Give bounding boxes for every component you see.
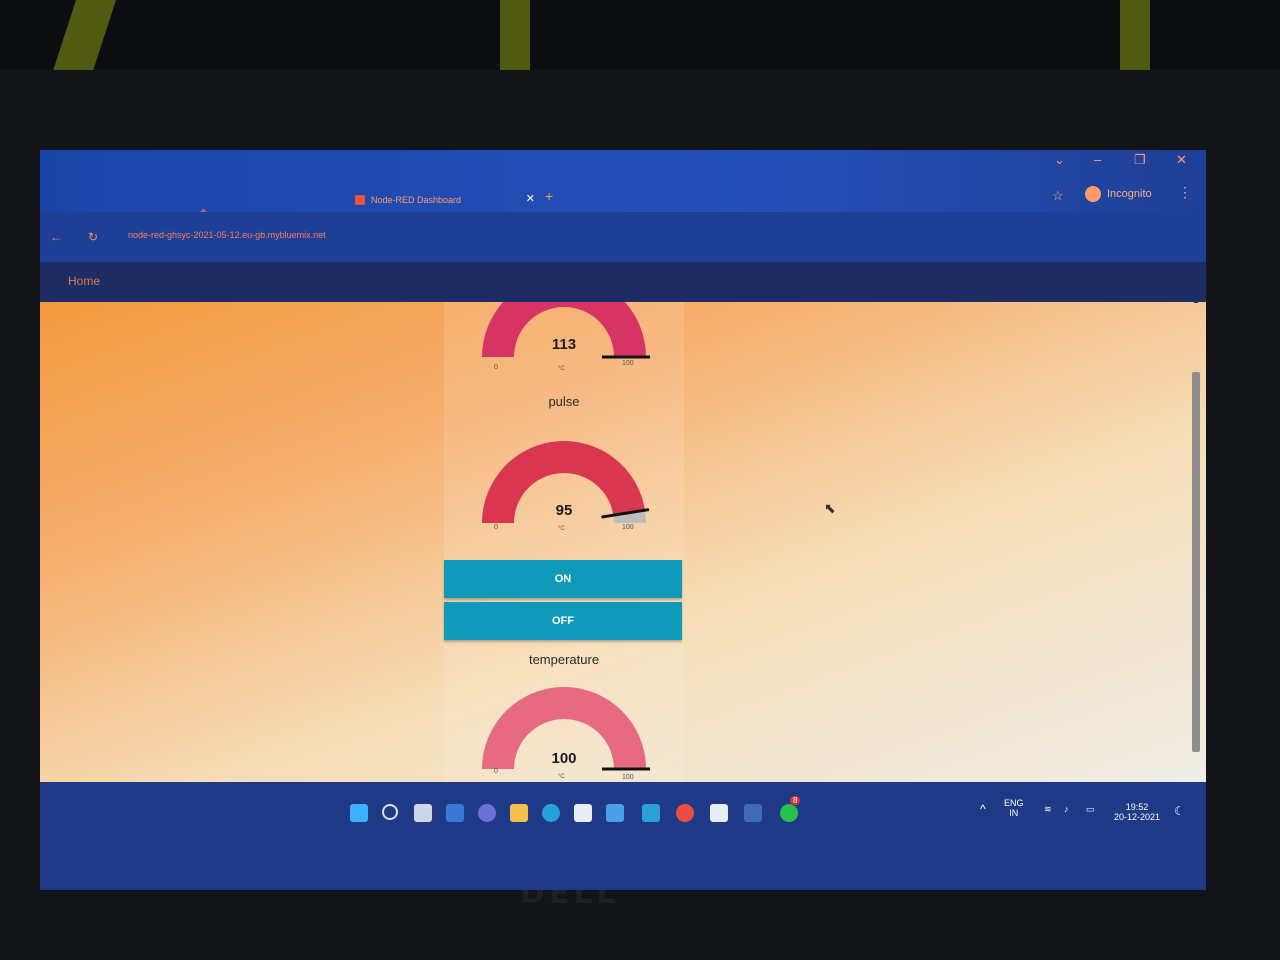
back-arrow-icon[interactable]: ← [50, 230, 62, 244]
incognito-label: Incognito [1107, 188, 1152, 200]
incognito-icon [1085, 186, 1101, 202]
pulse-label: pulse [548, 394, 580, 409]
url-field[interactable]: node-red-ghsyc-2021-05-12.eu-gb.mybluemi… [128, 230, 326, 240]
notification-icon[interactable]: ☾ [1174, 804, 1185, 818]
gauge-max: 100 [622, 360, 634, 367]
clock[interactable]: 19:52 20-12-2021 [1114, 802, 1160, 822]
scrollbar[interactable] [1192, 372, 1200, 752]
teams-chat-icon[interactable] [478, 804, 496, 822]
star-bookmark-icon[interactable]: ☆ [1052, 188, 1064, 204]
chevron-down-icon[interactable]: ⌄ [1054, 152, 1065, 168]
reload-icon[interactable]: ↻ [88, 230, 98, 244]
whatsapp-badge: 8 [790, 796, 801, 805]
gauge-value: 100 [551, 750, 577, 767]
gauge-unit: °C [558, 526, 565, 532]
language-indicator[interactable]: ENG IN [1004, 798, 1024, 818]
tab-title: Node-RED Dashboard [371, 195, 462, 205]
microsoft-store-icon[interactable] [574, 804, 592, 822]
close-window-icon[interactable]: ✕ [1176, 152, 1187, 168]
background-bar-right [1120, 0, 1150, 80]
whatsapp-icon[interactable]: 8 [780, 796, 801, 822]
gauge-min: 0 [494, 524, 498, 531]
gauge-value: 95 [555, 502, 573, 519]
wifi-icon[interactable]: ≋ [1044, 804, 1052, 815]
new-tab-button[interactable]: + [545, 188, 553, 204]
notepad-icon[interactable] [606, 804, 624, 822]
gauge-unit: °C [558, 774, 565, 780]
mouse-cursor-icon: ⬉ [824, 500, 836, 516]
search-icon[interactable] [382, 804, 398, 820]
gauge-unit: °C [558, 366, 565, 372]
dashboard-content: 113 °C 0 100 pulse 95 °C 0 100 ON OFF te… [40, 302, 1206, 782]
clock-date: 20-12-2021 [1114, 812, 1161, 822]
volume-icon[interactable]: ♪ [1064, 804, 1069, 814]
app-icon[interactable] [642, 804, 660, 822]
editor-icon[interactable] [710, 804, 728, 822]
language-line-1: ENG [1004, 798, 1024, 808]
node-red-favicon [355, 195, 365, 205]
gauge-max: 100 [622, 774, 634, 781]
language-line-2: IN [1009, 808, 1019, 818]
on-button[interactable]: ON [444, 560, 682, 598]
file-explorer-icon[interactable] [510, 804, 528, 822]
chrome-icon[interactable] [676, 804, 694, 822]
gauge-min: 0 [494, 364, 498, 371]
tab-node-red-dashboard[interactable]: Node-RED Dashboard ✕ [355, 188, 535, 212]
windows-taskbar: 8 ^ ENG IN ≋ ♪ ▭ 19:52 20-12-2021 ☾ [40, 782, 1206, 890]
tray-chevron-icon[interactable]: ^ [980, 802, 986, 816]
gauge-first: 113 °C 0 100 [444, 302, 684, 402]
gauge-max: 100 [622, 524, 634, 531]
clock-time: 19:52 [1125, 802, 1149, 812]
widgets-icon[interactable] [446, 804, 464, 822]
task-view-icon[interactable] [414, 804, 432, 822]
battery-icon[interactable]: ▭ [1086, 804, 1095, 815]
gauge-temperature-svg [482, 687, 650, 771]
minimize-icon[interactable]: – [1094, 152, 1101, 167]
scroll-up-arrow-icon[interactable]: ▲ [1192, 302, 1200, 305]
tab-close-icon[interactable]: ✕ [526, 192, 535, 205]
gauge-value: 113 [551, 336, 577, 353]
windows-start-icon[interactable] [350, 804, 368, 822]
gauge-pulse: 95 °C 0 100 [444, 438, 684, 568]
browser-tabstrip: ◆ Node-RED Dashboard ✕ + ⌄ – ❐ ✕ ☆ Incog… [40, 150, 1206, 216]
edge-browser-icon[interactable] [542, 804, 560, 822]
off-button[interactable]: OFF [444, 602, 682, 640]
dashboard-title: Home [68, 274, 101, 288]
dashboard-header: Home [40, 262, 1206, 302]
terminal-icon[interactable] [744, 804, 762, 822]
laptop-screen: ◆ Node-RED Dashboard ✕ + ⌄ – ❐ ✕ ☆ Incog… [40, 150, 1206, 890]
incognito-indicator[interactable]: Incognito [1085, 186, 1152, 202]
temperature-label: temperature [528, 652, 600, 667]
gauge-temperature: 100 °C 0 100 [444, 684, 684, 782]
gauge-min: 0 [494, 768, 498, 775]
browser-menu-icon[interactable]: ⋮ [1178, 184, 1192, 201]
restore-icon[interactable]: ❐ [1134, 152, 1146, 168]
address-bar-row: ← ↻ node-red-ghsyc-2021-05-12.eu-gb.mybl… [40, 212, 1206, 262]
